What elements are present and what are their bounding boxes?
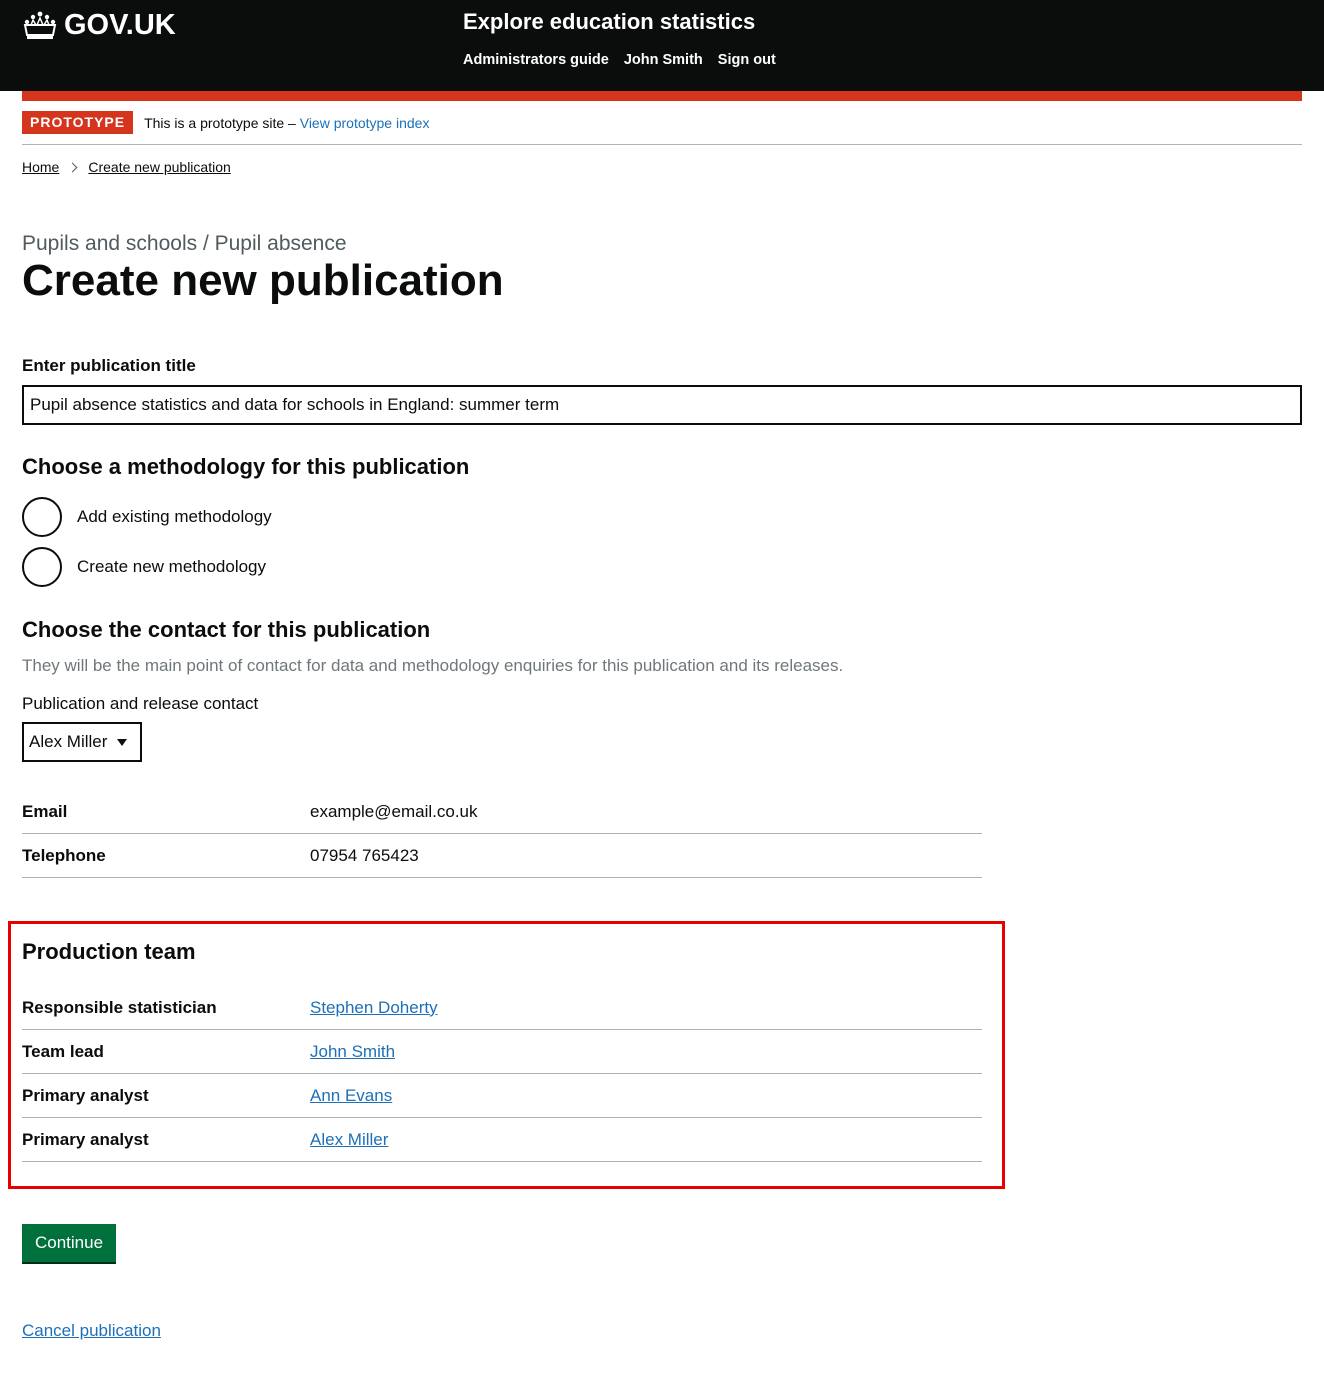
radio-button[interactable] <box>22 547 62 587</box>
radio-label: Create new methodology <box>77 557 267 576</box>
breadcrumb-home[interactable]: Home <box>22 159 59 175</box>
phase-banner: PROTOTYPE This is a prototype site – Vie… <box>22 111 429 134</box>
chevron-right-icon <box>67 162 78 172</box>
phase-tag: PROTOTYPE <box>22 111 134 134</box>
phase-text: This is a prototype site – View prototyp… <box>144 115 429 131</box>
header-nav: Administrators guide John Smith Sign out <box>463 52 776 68</box>
nav-sign-out[interactable]: Sign out <box>718 52 776 68</box>
breadcrumb-current[interactable]: Create new publication <box>88 159 230 175</box>
cancel-publication-link[interactable]: Cancel publication <box>22 1321 161 1341</box>
team-member-cell: John Smith <box>310 1042 982 1062</box>
publication-title-label: Enter publication title <box>22 356 196 375</box>
production-team-list: Responsible statistician Stephen Doherty… <box>22 986 982 1162</box>
radio-label: Add existing methodology <box>77 507 272 526</box>
crown-icon <box>23 11 57 39</box>
contact-select-value: Alex Miller <box>29 732 108 751</box>
contact-select[interactable]: Alex Miller <box>22 722 142 762</box>
phase-message: This is a prototype site – <box>144 114 296 131</box>
team-member-link[interactable]: Stephen Doherty <box>310 998 438 1017</box>
team-role: Team lead <box>22 1041 104 1061</box>
row-value: example@email.co.uk <box>310 801 478 821</box>
logo-text: GOV.UK <box>64 9 176 41</box>
team-member-cell: Ann Evans <box>310 1086 982 1106</box>
radio-create-new-methodology[interactable]: Create new methodology <box>22 547 266 587</box>
publication-title-input[interactable] <box>22 385 1302 425</box>
team-member-cell: Stephen Doherty <box>310 998 982 1018</box>
table-row: Primary analyst Ann Evans <box>22 1074 982 1118</box>
prototype-index-link[interactable]: View prototype index <box>300 115 430 131</box>
header-accent-bar <box>22 91 1302 101</box>
service-name[interactable]: Explore education statistics <box>463 9 755 35</box>
team-role: Primary analyst <box>22 1129 149 1149</box>
phase-divider <box>22 144 1302 145</box>
nav-administrators-guide[interactable]: Administrators guide <box>463 52 609 68</box>
dropdown-arrow-icon <box>117 738 128 746</box>
team-role: Responsible statistician <box>22 997 217 1017</box>
site-header: GOV.UK Explore education statistics Admi… <box>0 0 1324 91</box>
contact-email-row: Email example@email.co.uk <box>22 790 982 834</box>
team-member-link[interactable]: John Smith <box>310 1042 395 1061</box>
row-key: Telephone <box>22 845 106 865</box>
contact-select-label: Publication and release contact <box>22 694 259 713</box>
contact-details: Email example@email.co.uk Telephone 0795… <box>22 790 982 878</box>
team-role: Primary analyst <box>22 1085 149 1105</box>
team-member-cell: Alex Miller <box>310 1130 982 1150</box>
table-row: Primary analyst Alex Miller <box>22 1118 982 1162</box>
nav-user-name[interactable]: John Smith <box>624 52 703 68</box>
radio-add-existing-methodology[interactable]: Add existing methodology <box>22 497 272 537</box>
contact-telephone-row: Telephone 07954 765423 <box>22 834 982 878</box>
team-member-link[interactable]: Ann Evans <box>310 1086 392 1105</box>
breadcrumb: Home Create new publication <box>22 159 231 175</box>
row-value: 07954 765423 <box>310 845 419 865</box>
row-key: Email <box>22 801 68 821</box>
page-title: Create new publication <box>22 256 504 305</box>
methodology-heading: Choose a methodology for this publicatio… <box>22 454 470 479</box>
contact-hint: They will be the main point of contact f… <box>22 656 844 675</box>
radio-button[interactable] <box>22 497 62 537</box>
govuk-logo[interactable]: GOV.UK <box>22 9 176 42</box>
table-row: Responsible statistician Stephen Doherty <box>22 986 982 1030</box>
production-team-heading: Production team <box>22 939 196 964</box>
team-member-link[interactable]: Alex Miller <box>310 1130 388 1149</box>
continue-button[interactable]: Continue <box>22 1224 116 1262</box>
table-row: Team lead John Smith <box>22 1030 982 1074</box>
contact-heading: Choose the contact for this publication <box>22 617 431 642</box>
page-caption: Pupils and schools / Pupil absence <box>22 232 347 255</box>
